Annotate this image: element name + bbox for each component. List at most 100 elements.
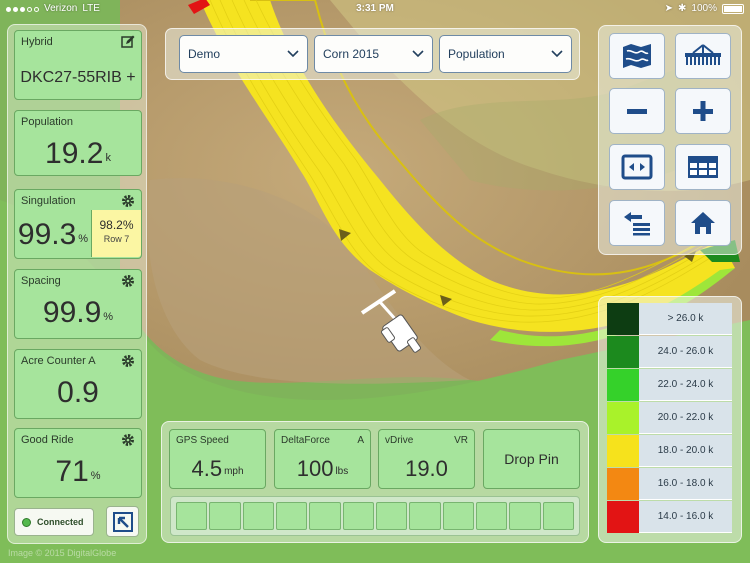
legend-swatch xyxy=(607,501,639,533)
connection-indicator-icon xyxy=(22,517,31,527)
singulation-worst-row: 98.2% Row 7 xyxy=(91,210,141,257)
legend-row: 18.0 - 20.0 k xyxy=(607,435,732,467)
map-view-button[interactable] xyxy=(609,33,665,79)
drop-pin-button[interactable]: Drop Pin xyxy=(483,429,580,489)
swap-layers-button[interactable] xyxy=(609,200,665,246)
population-value: 19.2 xyxy=(45,137,104,170)
row-indicator xyxy=(509,502,541,530)
singulation-tile[interactable]: Singulation 99.3% 98.2% Row 7 xyxy=(14,189,142,259)
row-status-strip xyxy=(170,496,580,536)
row-indicator xyxy=(209,502,241,530)
gps-speed-label: GPS Speed xyxy=(176,435,229,446)
singulation-row-label: Row 7 xyxy=(103,234,130,244)
legend-label: 24.0 - 26.0 k xyxy=(639,336,732,368)
layer-select[interactable]: Population xyxy=(439,35,572,73)
status-bar: Verizon LTE 3:31 PM ➤ ✱ 100% xyxy=(0,0,750,18)
table-view-button[interactable] xyxy=(675,144,731,190)
connection-status-button[interactable]: Connected xyxy=(14,508,94,536)
bottom-metrics-bar: GPS Speed 4.5 mph DeltaForce A 100 lbs vDr… xyxy=(161,421,589,543)
farm-select-value: Demo xyxy=(188,47,221,61)
row-indicator xyxy=(409,502,441,530)
fit-view-button[interactable] xyxy=(609,144,665,190)
imagery-attribution: Image © 2015 DigitalGlobe xyxy=(8,548,117,558)
row-indicator xyxy=(275,502,308,530)
legend-label: 14.0 - 16.0 k xyxy=(639,501,732,533)
arrow-up-left-icon xyxy=(112,511,133,532)
legend-swatch xyxy=(607,468,639,500)
population-legend: > 26.0 k 24.0 - 26.0 k 22.0 - 24.0 k 20.0 -… xyxy=(598,296,742,543)
expand-button[interactable] xyxy=(106,506,139,537)
delta-force-value: 100 xyxy=(296,456,334,481)
planter-icon xyxy=(685,44,721,65)
gps-speed-unit: mph xyxy=(224,466,244,477)
minus-icon xyxy=(627,109,647,114)
layer-select-value: Population xyxy=(448,47,505,61)
bluetooth-icon: ✱ xyxy=(678,3,687,14)
legend-row: 24.0 - 26.0 k xyxy=(607,336,732,368)
field-select-value: Corn 2015 xyxy=(323,47,380,61)
row-indicator xyxy=(375,502,408,530)
zoom-in-button[interactable] xyxy=(675,88,731,134)
legend-row: 20.0 - 22.0 k xyxy=(607,402,732,434)
legend-swatch xyxy=(607,435,639,467)
gear-icon[interactable] xyxy=(121,194,135,208)
farm-select[interactable]: Demo xyxy=(179,35,308,73)
gps-speed-value: 4.5 xyxy=(191,456,223,481)
legend-label: 20.0 - 22.0 k xyxy=(639,402,732,434)
fit-view-icon xyxy=(621,154,653,180)
delta-force-mode: A xyxy=(357,435,364,446)
good-ride-label: Good Ride xyxy=(21,434,74,446)
acre-counter-label: Acre Counter A xyxy=(21,355,96,367)
vdrive-tile[interactable]: vDrive VR 19.0 xyxy=(378,429,475,489)
delta-force-tile[interactable]: DeltaForce A 100 lbs xyxy=(274,429,371,489)
vdrive-value: 19.0 xyxy=(405,456,448,481)
vdrive-mode: VR xyxy=(454,435,468,446)
gear-icon[interactable] xyxy=(121,274,135,288)
spacing-value: 99.9 xyxy=(42,296,102,329)
singulation-value: 99.3 xyxy=(17,218,77,251)
singulation-row-value: 98.2% xyxy=(99,218,134,232)
legend-row: 14.0 - 16.0 k xyxy=(607,501,732,533)
map-view-icon xyxy=(623,44,651,68)
home-icon xyxy=(691,212,715,234)
hybrid-label: Hybrid xyxy=(21,36,53,48)
delta-force-label: DeltaForce xyxy=(281,435,330,446)
legend-row: 16.0 - 18.0 k xyxy=(607,468,732,500)
legend-swatch xyxy=(607,303,639,335)
spacing-unit: % xyxy=(103,311,114,323)
good-ride-unit: % xyxy=(90,470,101,482)
legend-label: 22.0 - 24.0 k xyxy=(639,369,732,401)
legend-swatch xyxy=(607,402,639,434)
hybrid-tile[interactable]: Hybrid DKC27-55RIB + xyxy=(14,30,142,100)
population-tile[interactable]: Population 19.2 k xyxy=(14,110,142,176)
row-indicator xyxy=(342,502,374,530)
planter-view-button[interactable] xyxy=(675,33,731,79)
row-indicator xyxy=(442,502,474,530)
zoom-out-button[interactable] xyxy=(609,88,665,134)
row-indicator xyxy=(309,502,341,530)
battery-icon xyxy=(722,4,744,14)
good-ride-tile[interactable]: Good Ride 71% xyxy=(14,428,142,498)
map-tools-panel xyxy=(598,25,742,255)
row-indicator xyxy=(475,502,508,530)
acre-counter-value: 0.9 xyxy=(57,376,99,409)
spacing-tile[interactable]: Spacing 99.9% xyxy=(14,269,142,339)
gear-icon[interactable] xyxy=(121,433,135,447)
row-indicator xyxy=(542,502,574,530)
field-select[interactable]: Corn 2015 xyxy=(314,35,433,73)
hybrid-value: DKC27-55RIB + xyxy=(20,69,136,86)
left-metrics-panel: Hybrid DKC27-55RIB + Population 19.2 k Si… xyxy=(7,24,147,544)
acre-counter-tile[interactable]: Acre Counter A 0.9 xyxy=(14,349,142,419)
row-indicator xyxy=(242,502,274,530)
location-arrow-icon: ➤ xyxy=(664,3,674,14)
gear-icon[interactable] xyxy=(121,354,135,368)
population-label: Population xyxy=(21,116,73,128)
gps-speed-tile[interactable]: GPS Speed 4.5 mph xyxy=(169,429,266,489)
status-time: 3:31 PM xyxy=(356,3,394,14)
legend-swatch xyxy=(607,336,639,368)
connected-label: Connected xyxy=(37,517,84,527)
swap-icon xyxy=(624,212,650,236)
edit-icon[interactable] xyxy=(121,35,135,49)
delta-force-unit: lbs xyxy=(335,466,349,477)
home-button[interactable] xyxy=(675,200,731,246)
